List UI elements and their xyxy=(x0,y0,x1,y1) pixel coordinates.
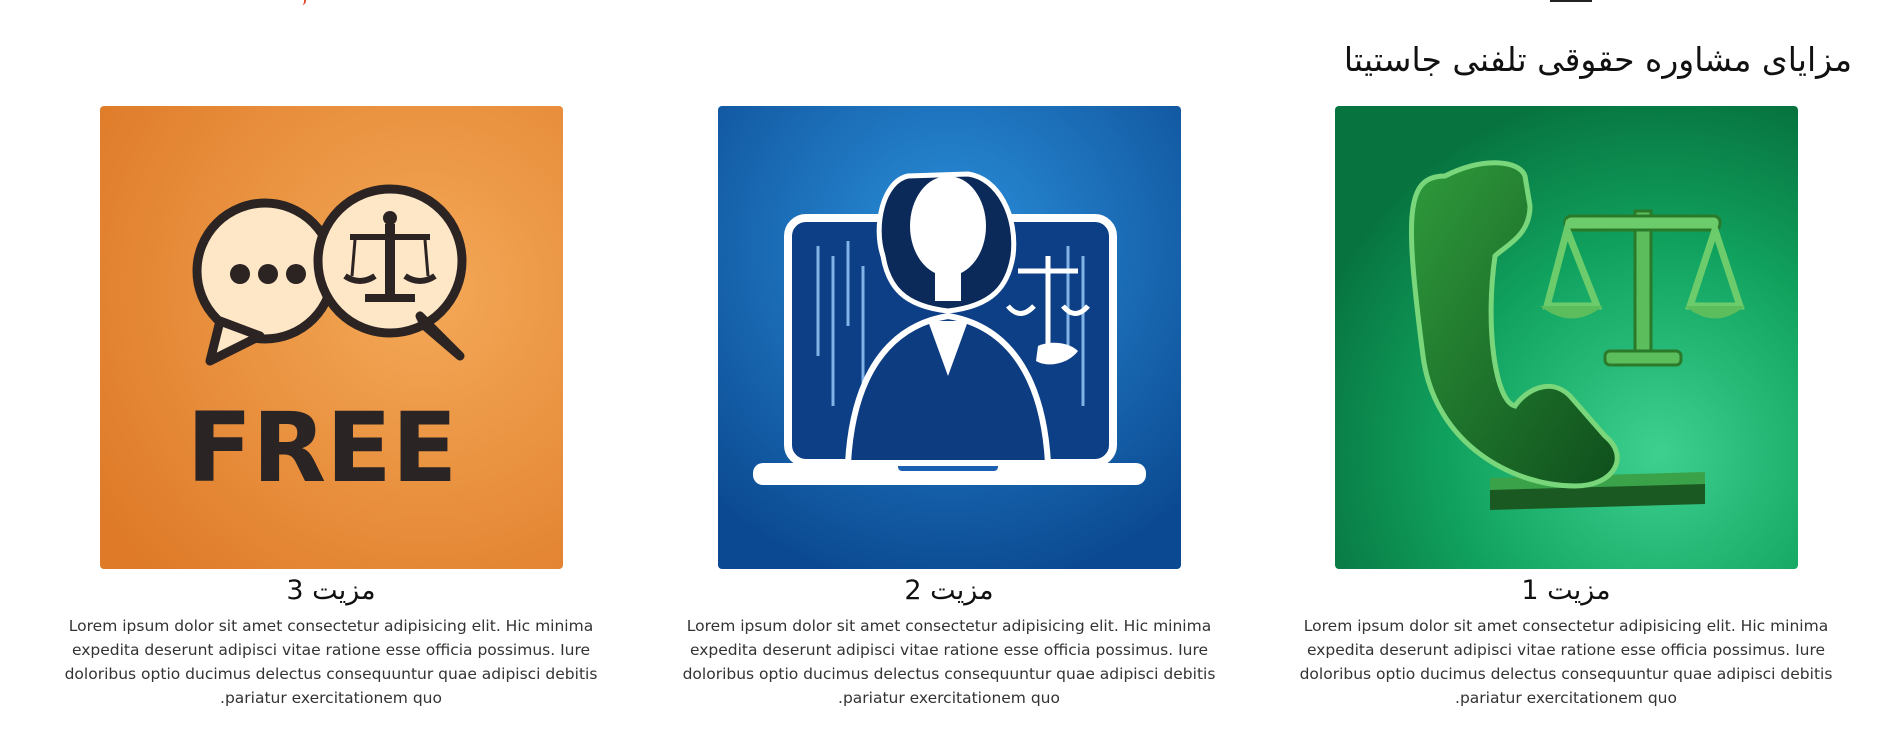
features-grid: مزیت 1 Lorem ipsum dolor sit amet consec… xyxy=(0,106,1892,707)
feature-title: مزیت 1 xyxy=(1521,575,1611,606)
feature-title: مزیت 3 xyxy=(286,575,376,606)
feature-card-3: FREE مزیت 3 Lorem ipsum dolor sit amet c… xyxy=(41,106,621,710)
page: مزایای مشاوره حقوقی تلفنی جاستیتا مزیت 1… xyxy=(0,0,1892,741)
phone-scales-icon xyxy=(1334,106,1798,569)
top-underline-mark xyxy=(1550,0,1592,2)
section-title: مزایای مشاوره حقوقی تلفنی جاستیتا xyxy=(1343,40,1852,79)
feature-description: Lorem ipsum dolor sit amet consectetur a… xyxy=(64,617,598,707)
feature-title: مزیت 2 xyxy=(904,575,994,606)
feature-card-1: مزیت 1 Lorem ipsum dolor sit amet consec… xyxy=(1276,106,1856,710)
feature-card-2: مزیت 2 Lorem ipsum dolor sit amet consec… xyxy=(659,106,1239,710)
free-label: FREE xyxy=(186,392,457,504)
lawyer-laptop-icon xyxy=(717,106,1181,569)
feature-description: Lorem ipsum dolor sit amet consectetur a… xyxy=(682,617,1216,707)
free-chat-scales-icon: FREE xyxy=(99,106,563,569)
feature-description: Lorem ipsum dolor sit amet consectetur a… xyxy=(1299,617,1833,707)
top-bar xyxy=(0,0,1892,6)
top-accent-mark xyxy=(300,0,306,5)
